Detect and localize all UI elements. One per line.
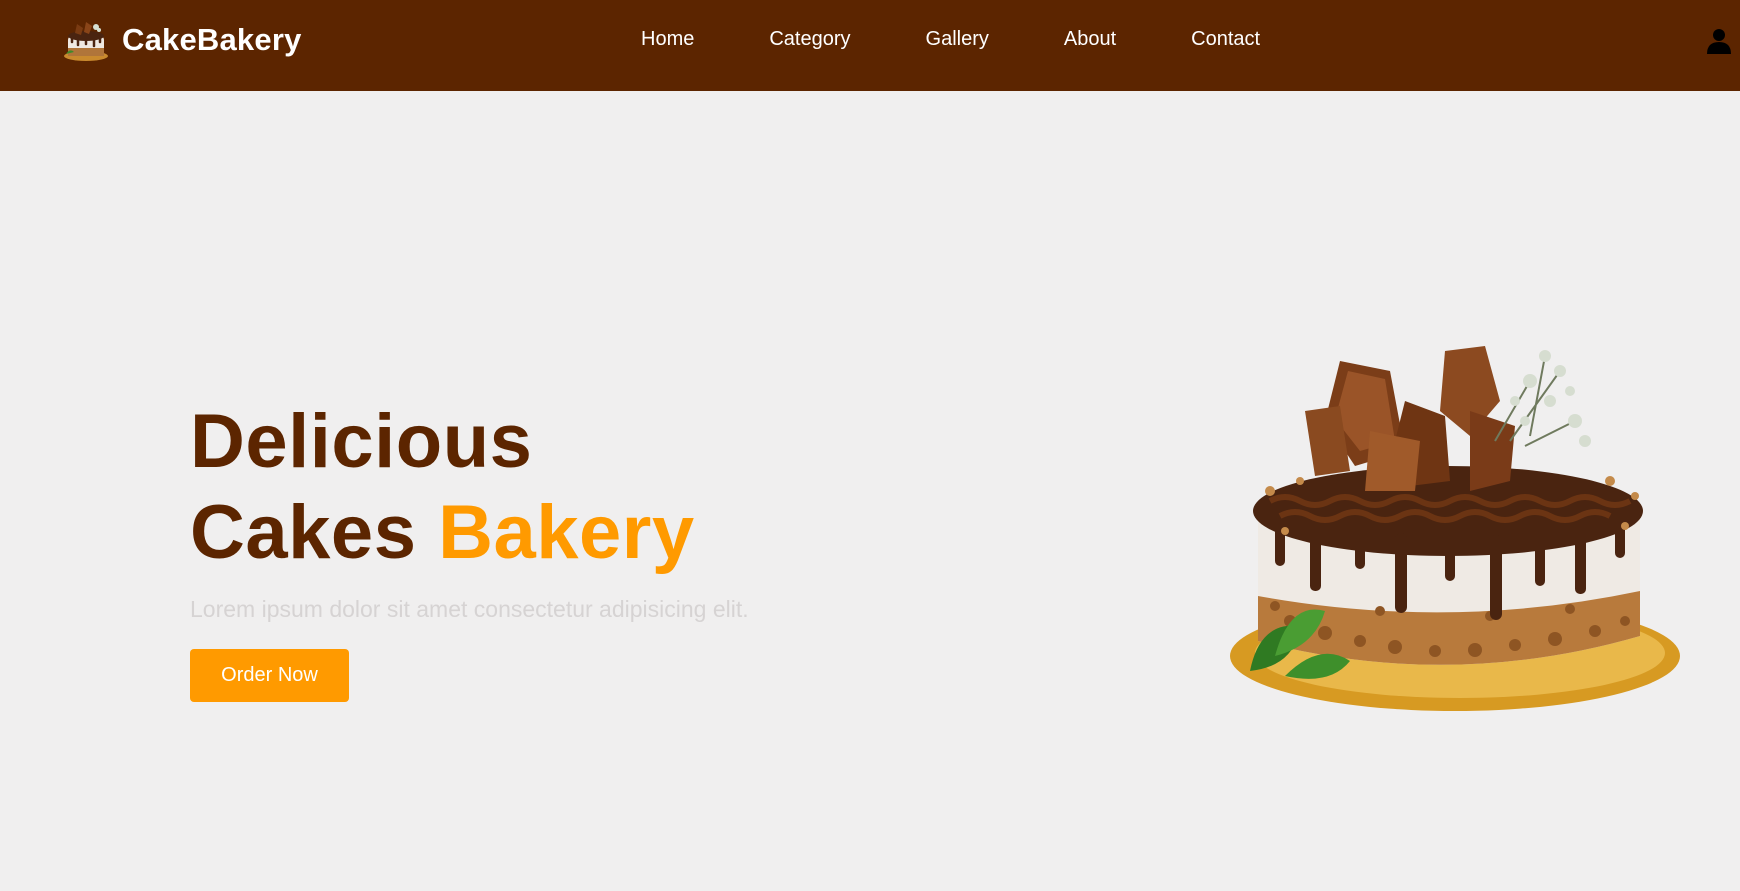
brand[interactable]: CakeBakery [62, 18, 302, 62]
hero-title-line1: Delicious [190, 399, 533, 484]
user-icon[interactable] [1707, 28, 1731, 54]
cake-logo-icon [64, 22, 108, 61]
nav-link-home[interactable]: Home [641, 28, 694, 51]
nav-link-category[interactable]: Category [769, 28, 850, 51]
nav-link-gallery[interactable]: Gallery [926, 28, 989, 51]
main-nav: Home Category Gallery About Contact [641, 28, 1260, 51]
top-navbar: CakeBakery Home Category Gallery About C… [0, 0, 1740, 91]
hero-title: Delicious Cakes Bakery [190, 396, 695, 578]
chocolate-cake-image [1230, 346, 1680, 711]
hero-section: Delicious Cakes Bakery Lorem ipsum dolor… [0, 91, 1740, 891]
brand-name: CakeBakery [122, 22, 302, 57]
hero-subtitle: Lorem ipsum dolor sit amet consectetur a… [190, 596, 749, 622]
order-now-button[interactable]: Order Now [190, 649, 349, 702]
nav-link-contact[interactable]: Contact [1191, 28, 1260, 51]
nav-link-about[interactable]: About [1064, 28, 1116, 51]
hero-title-accent: Bakery [438, 490, 695, 575]
hero-title-line2-main: Cakes [190, 490, 439, 575]
